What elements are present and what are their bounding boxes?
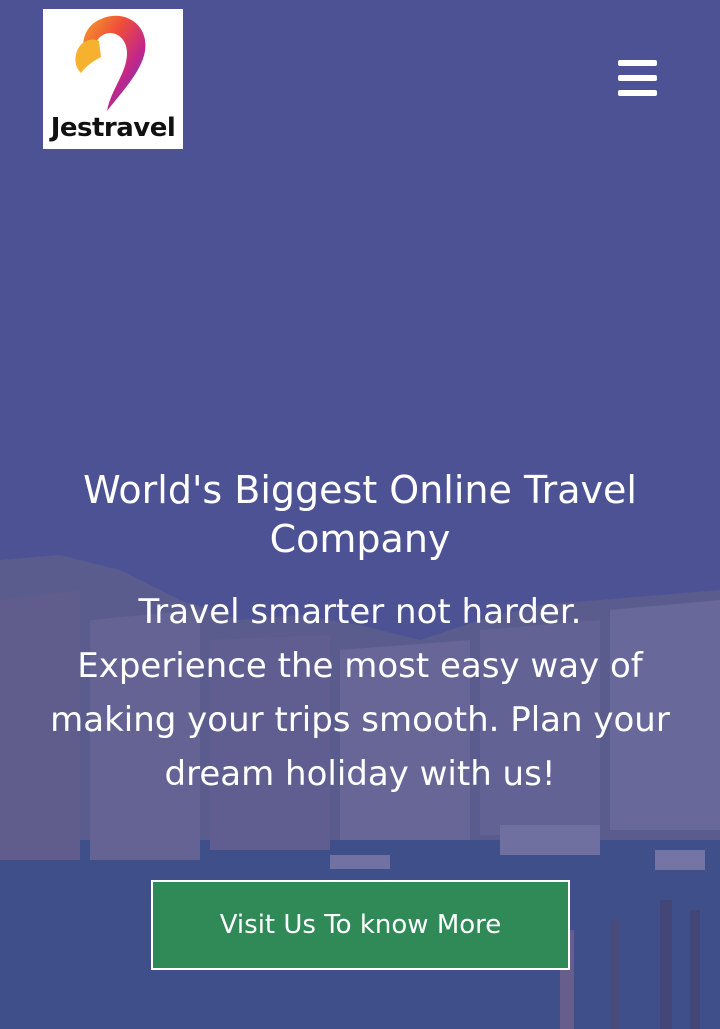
hero-headline: World's Biggest Online Travel Company (83, 468, 637, 561)
hamburger-menu-icon[interactable] (617, 60, 659, 98)
map-pin-logo-icon (75, 15, 146, 111)
brand-name: Jestravel (50, 113, 176, 143)
brand-logo[interactable]: Jestravel (43, 9, 183, 149)
hero-section: Jestravel World's Biggest Online Travel … (0, 0, 720, 1029)
hero-tagline: Travel smarter not harder. Experience th… (50, 592, 670, 794)
visit-us-button[interactable]: Visit Us To know More (151, 880, 570, 970)
